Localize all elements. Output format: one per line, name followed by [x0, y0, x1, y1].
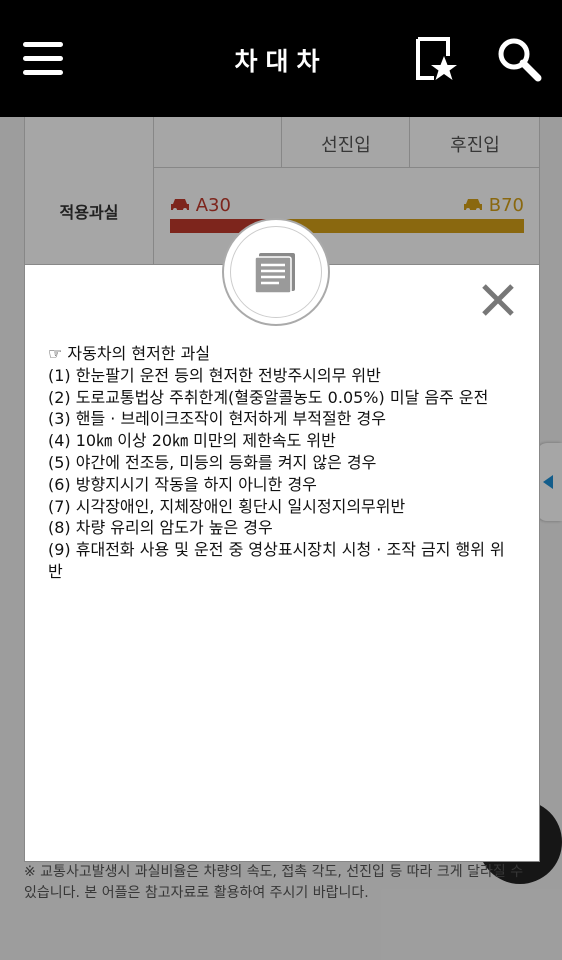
top-bar: 차대차: [0, 0, 562, 117]
modal-icon-badge: [222, 218, 330, 326]
list-item: (6) 방향지시기 작동을 하지 아니한 경우: [48, 474, 317, 494]
modal-content: ☞ 자동차의 현저한 과실 (1) 한눈팔기 운전 등의 현저한 전방주시의무 …: [48, 343, 518, 583]
list-item: (5) 야간에 전조등, 미등의 등화를 켜지 않은 경우: [48, 452, 377, 472]
modal-heading: ☞ 자동차의 현저한 과실: [48, 344, 211, 363]
close-icon[interactable]: [478, 280, 518, 320]
book-icon: [254, 253, 295, 294]
list-item: (3) 핸들 · 브레이크조작이 현저하게 부적절한 경우: [48, 409, 386, 429]
app-title: 차대차: [234, 47, 328, 76]
list-item: (4) 10㎞ 이상 20㎞ 미만의 제한속도 위반: [48, 431, 336, 451]
list-item: (1) 한눈팔기 운전 등의 현저한 전방주시의무 위반: [48, 365, 381, 385]
list-item: (8) 차량 유리의 암도가 높은 경우: [48, 518, 273, 538]
list-item: (7) 시각장애인, 지체장애인 횡단시 일시정지의무위반: [48, 496, 406, 516]
list-item: (2) 도로교통법상 주취한계(혈중알콜농도 0.05%) 미달 음주 운전: [48, 387, 489, 407]
list-item: (9) 휴대전화 사용 및 운전 중 영상표시장치 시청 · 조작 금지 행위 …: [48, 540, 505, 581]
search-icon[interactable]: [496, 36, 542, 82]
bookmark-star-icon[interactable]: [414, 36, 458, 82]
